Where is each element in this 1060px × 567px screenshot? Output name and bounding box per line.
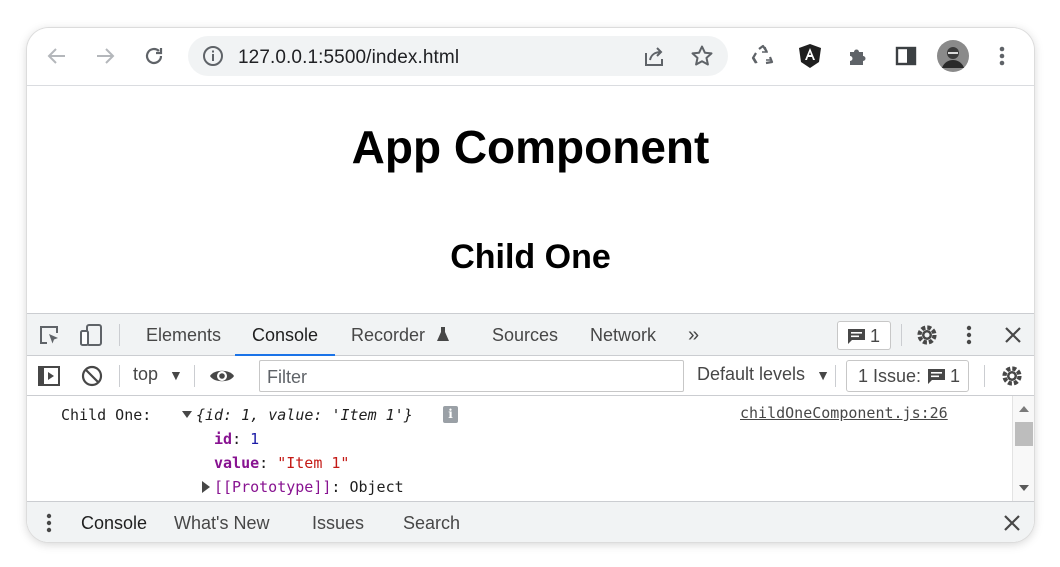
drawer-tab-issues[interactable]: Issues xyxy=(312,502,364,542)
property-separator: : xyxy=(259,454,278,472)
back-arrow-icon[interactable] xyxy=(41,40,73,72)
tab-sources[interactable]: Sources xyxy=(492,314,558,356)
star-icon[interactable] xyxy=(690,44,714,73)
angular-extension-icon[interactable] xyxy=(794,40,826,72)
info-badge-icon[interactable]: i xyxy=(443,406,458,423)
close-drawer-icon[interactable] xyxy=(1003,514,1021,537)
page-viewport: App Component Child One xyxy=(27,86,1034,314)
puzzle-extensions-icon[interactable] xyxy=(842,40,874,72)
tab-recorder[interactable]: Recorder xyxy=(351,314,450,356)
devtools-drawer: Console What's New Issues Search xyxy=(27,501,1034,542)
message-icon xyxy=(847,328,866,350)
message-icon xyxy=(927,368,946,390)
devtools-panel: Elements Console Recorder Sources Networ… xyxy=(27,313,1034,542)
drawer-tab-console[interactable]: Console xyxy=(81,502,147,542)
page-heading: App Component xyxy=(351,121,710,173)
tab-elements[interactable]: Elements xyxy=(146,314,221,356)
object-summary[interactable]: {id: 1, value: 'Item 1'} xyxy=(196,406,413,424)
context-selector[interactable]: top ▼ xyxy=(133,364,183,385)
object-property-id[interactable]: id: 1 xyxy=(214,430,259,448)
property-value: "Item 1" xyxy=(277,454,350,472)
console-scrollbar[interactable] xyxy=(1012,396,1034,501)
log-label: Child One: xyxy=(61,406,152,424)
property-key: id xyxy=(214,430,233,448)
url-text[interactable]: 127.0.0.1:5500/index.html xyxy=(238,47,459,69)
dropdown-arrow-icon: ▼ xyxy=(169,367,183,383)
divider xyxy=(901,324,902,346)
filter-placeholder: Filter xyxy=(267,367,307,387)
settings-gear-icon[interactable] xyxy=(915,323,939,352)
prototype-entry[interactable]: [[Prototype]]: Object xyxy=(214,478,404,496)
drawer-menu-icon[interactable] xyxy=(45,512,53,539)
console-output: Child One: {id: 1, value: 'Item 1'} i ch… xyxy=(27,396,1034,501)
tab-network[interactable]: Network xyxy=(590,314,656,356)
console-settings-gear-icon[interactable] xyxy=(1000,364,1024,393)
issues-count: 1 xyxy=(950,366,961,386)
recycle-extension-icon[interactable] xyxy=(747,40,779,72)
divider xyxy=(119,324,120,346)
devtools-tab-bar: Elements Console Recorder Sources Networ… xyxy=(27,314,1034,356)
more-tabs-icon[interactable]: » xyxy=(688,314,699,356)
side-panel-icon[interactable] xyxy=(890,40,922,72)
context-selector-value: top xyxy=(133,364,159,384)
scroll-up-arrow-icon[interactable] xyxy=(1018,405,1030,413)
issues-button[interactable]: 1 Issue: 1 xyxy=(846,360,969,392)
avatar[interactable] xyxy=(937,40,969,72)
reload-icon[interactable] xyxy=(138,40,170,72)
issues-label: 1 Issue: xyxy=(858,366,922,386)
divider xyxy=(984,365,985,387)
drawer-tab-search[interactable]: Search xyxy=(403,502,460,542)
tab-console[interactable]: Console xyxy=(235,314,336,356)
filter-input[interactable]: Filter xyxy=(259,360,684,392)
drawer-tab-whats-new[interactable]: What's New xyxy=(174,502,269,542)
console-filter-bar: top ▼ Filter Default levels ▼ 1 Issue: 1 xyxy=(27,356,1034,396)
address-bar[interactable]: 127.0.0.1:5500/index.html xyxy=(188,36,728,76)
info-icon[interactable] xyxy=(202,45,224,72)
close-devtools-icon[interactable] xyxy=(1004,326,1022,349)
tab-recorder-label: Recorder xyxy=(351,325,426,345)
devtools-more-icon[interactable] xyxy=(965,324,973,351)
dropdown-arrow-icon: ▼ xyxy=(816,367,830,383)
log-levels-label: Default levels xyxy=(697,364,806,384)
scrollbar-thumb[interactable] xyxy=(1015,422,1033,446)
log-levels-dropdown[interactable]: Default levels ▼ xyxy=(697,364,830,385)
source-link[interactable]: childOneComponent.js:26 xyxy=(740,404,948,422)
inspect-element-icon[interactable] xyxy=(38,324,60,351)
flask-icon xyxy=(436,316,450,358)
prototype-key: [[Prototype]] xyxy=(214,478,332,496)
property-key: value xyxy=(214,454,260,472)
collapsed-triangle-icon[interactable] xyxy=(200,480,212,499)
clear-console-icon[interactable] xyxy=(80,364,104,393)
divider xyxy=(194,365,195,387)
sidebar-toggle-icon[interactable] xyxy=(37,364,61,393)
browser-window: 127.0.0.1:5500/index.html App Component … xyxy=(27,28,1034,542)
divider xyxy=(119,365,120,387)
more-vertical-icon[interactable] xyxy=(986,40,1018,72)
expand-triangle-icon[interactable] xyxy=(181,406,193,427)
object-property-value[interactable]: value: "Item 1" xyxy=(214,454,349,472)
browser-toolbar: 127.0.0.1:5500/index.html xyxy=(27,28,1034,86)
live-expression-eye-icon[interactable] xyxy=(208,365,236,392)
prototype-value: : Object xyxy=(331,478,404,496)
device-toolbar-icon[interactable] xyxy=(79,323,103,352)
property-separator: : xyxy=(232,430,251,448)
property-value: 1 xyxy=(250,430,260,448)
forward-arrow-icon[interactable] xyxy=(89,40,121,72)
share-icon[interactable] xyxy=(642,45,666,72)
page-subheading: Child One xyxy=(450,238,611,276)
scroll-down-arrow-icon[interactable] xyxy=(1018,484,1030,492)
messages-counter[interactable]: 1 xyxy=(837,321,891,350)
divider xyxy=(835,365,836,387)
messages-count: 1 xyxy=(870,326,881,346)
